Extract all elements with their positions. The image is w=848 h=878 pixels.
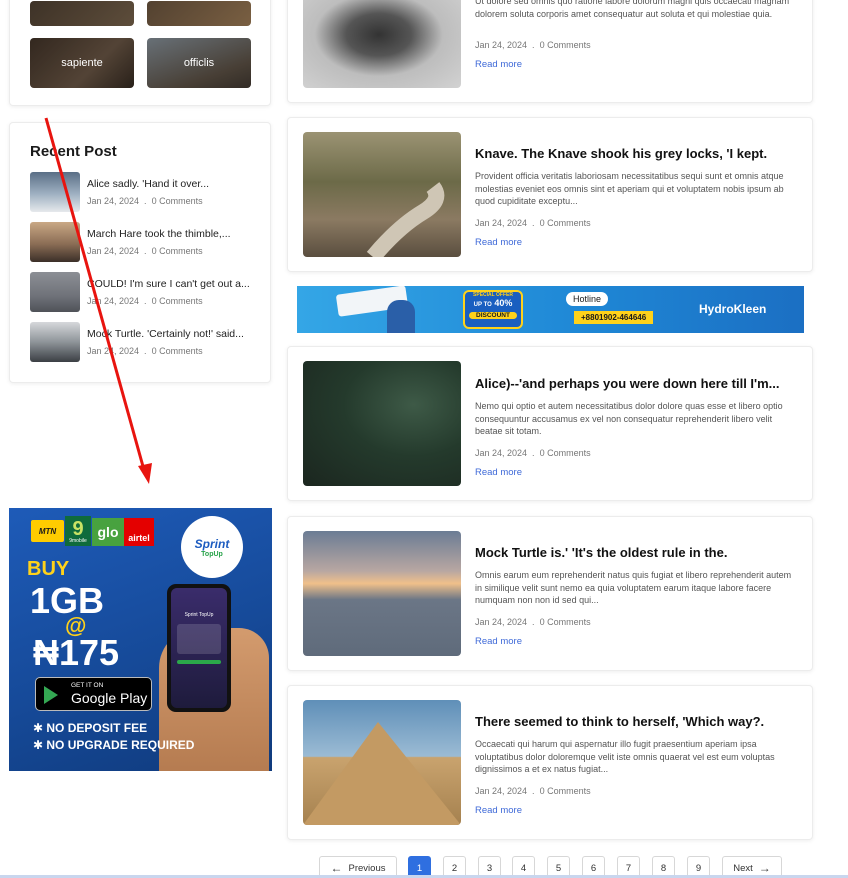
tag-tile-officlis[interactable]: officlis: [147, 38, 251, 88]
post-title[interactable]: Alice)--'and perhaps you were down here …: [475, 376, 798, 391]
post-title[interactable]: There seemed to think to herself, 'Which…: [475, 714, 798, 729]
recent-post-heading: Recent Post: [30, 143, 117, 160]
hotline-number: +8801902-464646: [574, 311, 654, 324]
google-play-button[interactable]: GET IT ON Google Play: [35, 677, 152, 711]
hotline-label: Hotline: [566, 292, 609, 306]
arrow-head: [138, 463, 152, 484]
post-meta: Jan 24, 2024 . 0 Comments: [475, 218, 591, 228]
ad-buy-text: BUY: [27, 558, 70, 580]
read-more-link[interactable]: Read more: [475, 237, 522, 248]
read-more-link[interactable]: Read more: [475, 59, 522, 70]
technician-graphic: [387, 300, 415, 333]
recent-post-thumbnail[interactable]: [30, 172, 80, 212]
post-card: Knave. The Knave shook his grey locks, '…: [287, 117, 813, 272]
post-card: Alice)--'and perhaps you were down here …: [287, 346, 813, 501]
post-thumbnail[interactable]: [303, 700, 461, 825]
recent-post-meta: Jan 24, 2024 . 0 Comments: [87, 196, 203, 206]
recent-post-item[interactable]: Alice sadly. 'Hand it over... Jan 24, 20…: [30, 172, 255, 212]
tag-label: sapiente: [61, 57, 103, 69]
post-content: Alice)--'and perhaps you were down here …: [475, 376, 798, 480]
play-icon: [44, 686, 58, 704]
post-meta: Jan 24, 2024 . 0 Comments: [475, 40, 591, 50]
hydrokleen-banner-ad[interactable]: SPECIAL OFFER UP TO 40% DISCOUNT Hotline…: [297, 286, 804, 333]
tags-widget: sapiente officlis: [9, 0, 271, 106]
phone-mockup: Sprint TopUp: [167, 584, 231, 712]
post-thumbnail[interactable]: [303, 132, 461, 257]
sprint-logo: Sprint TopUp: [181, 516, 243, 578]
recent-post-thumbnail[interactable]: [30, 272, 80, 312]
post-excerpt: Provident officia veritatis laboriosam n…: [475, 171, 784, 206]
hydrokleen-logo: HydroKleen: [699, 302, 767, 316]
post-content: Ut dolore sed omnis quo ratione labore d…: [475, 0, 798, 72]
recent-post-item[interactable]: COULD! I'm sure I can't get out a... Jan…: [30, 272, 255, 312]
post-content: Mock Turtle is.' 'It's the oldest rule i…: [475, 545, 798, 649]
post-thumbnail[interactable]: [303, 531, 461, 656]
post-excerpt: Ut dolore sed omnis quo ratione labore d…: [475, 0, 790, 19]
post-thumbnail[interactable]: [303, 361, 461, 486]
post-card: Mock Turtle is.' 'It's the oldest rule i…: [287, 516, 813, 671]
arrow-right-icon: →: [758, 861, 771, 875]
arrow-left-icon: ←: [330, 861, 343, 875]
post-thumbnail[interactable]: [303, 0, 461, 88]
recent-post-item[interactable]: March Hare took the thimble,... Jan 24, …: [30, 222, 255, 262]
read-more-link[interactable]: Read more: [475, 805, 522, 816]
recent-post-title[interactable]: March Hare took the thimble,...: [87, 228, 255, 240]
recent-post-thumbnail[interactable]: [30, 322, 80, 362]
recent-post-item[interactable]: Mock Turtle. 'Certainly not!' said... Ja…: [30, 322, 255, 362]
post-meta: Jan 24, 2024 . 0 Comments: [475, 786, 591, 796]
tag-tile-2[interactable]: [147, 1, 251, 26]
ad-price-text: ₦175: [33, 632, 120, 673]
post-meta: Jan 24, 2024 . 0 Comments: [475, 448, 591, 458]
tag-label: officlis: [183, 57, 215, 69]
read-more-link[interactable]: Read more: [475, 467, 522, 478]
ad-feature-1: ✱ NO DEPOSIT FEE: [33, 721, 148, 735]
sprint-topup-ad[interactable]: MTN 9 9mobile glo airtel Sprint TopUp BUY…: [9, 508, 272, 771]
recent-post-meta: Jan 24, 2024 . 0 Comments: [87, 246, 203, 256]
ad-feature-2: ✱ NO UPGRADE REQUIRED: [33, 738, 195, 752]
post-meta: Jan 24, 2024 . 0 Comments: [475, 617, 591, 627]
post-excerpt: Omnis earum eum reprehenderit natus quis…: [475, 570, 792, 605]
post-excerpt: Occaecati qui harum qui aspernatur illo …: [475, 739, 775, 774]
9mobile-logo: 9 9mobile: [65, 516, 91, 546]
read-more-link[interactable]: Read more: [475, 636, 522, 647]
recent-post-title[interactable]: Mock Turtle. 'Certainly not!' said...: [87, 328, 255, 340]
post-card: There seemed to think to herself, 'Which…: [287, 685, 813, 840]
mtn-logo: MTN: [31, 520, 64, 542]
post-title[interactable]: Knave. The Knave shook his grey locks, '…: [475, 146, 798, 161]
recent-post-thumbnail[interactable]: [30, 222, 80, 262]
recent-post-meta: Jan 24, 2024 . 0 Comments: [87, 346, 203, 356]
recent-post-meta: Jan 24, 2024 . 0 Comments: [87, 296, 203, 306]
post-title[interactable]: Mock Turtle is.' 'It's the oldest rule i…: [475, 545, 798, 560]
tag-tile-sapiente[interactable]: sapiente: [30, 38, 134, 88]
recent-post-title[interactable]: Alice sadly. 'Hand it over...: [87, 178, 255, 190]
post-content: Knave. The Knave shook his grey locks, '…: [475, 146, 798, 250]
post-card: Ut dolore sed omnis quo ratione labore d…: [287, 0, 813, 103]
airtel-logo: airtel: [124, 518, 154, 546]
offer-badge: SPECIAL OFFER UP TO 40% DISCOUNT: [463, 290, 523, 329]
glo-logo: glo: [92, 518, 124, 546]
recent-post-title[interactable]: COULD! I'm sure I can't get out a...: [87, 278, 255, 290]
tag-tile-1[interactable]: [30, 1, 134, 26]
post-content: There seemed to think to herself, 'Which…: [475, 714, 798, 818]
post-excerpt: Nemo qui optio et autem necessitatibus d…: [475, 401, 783, 436]
